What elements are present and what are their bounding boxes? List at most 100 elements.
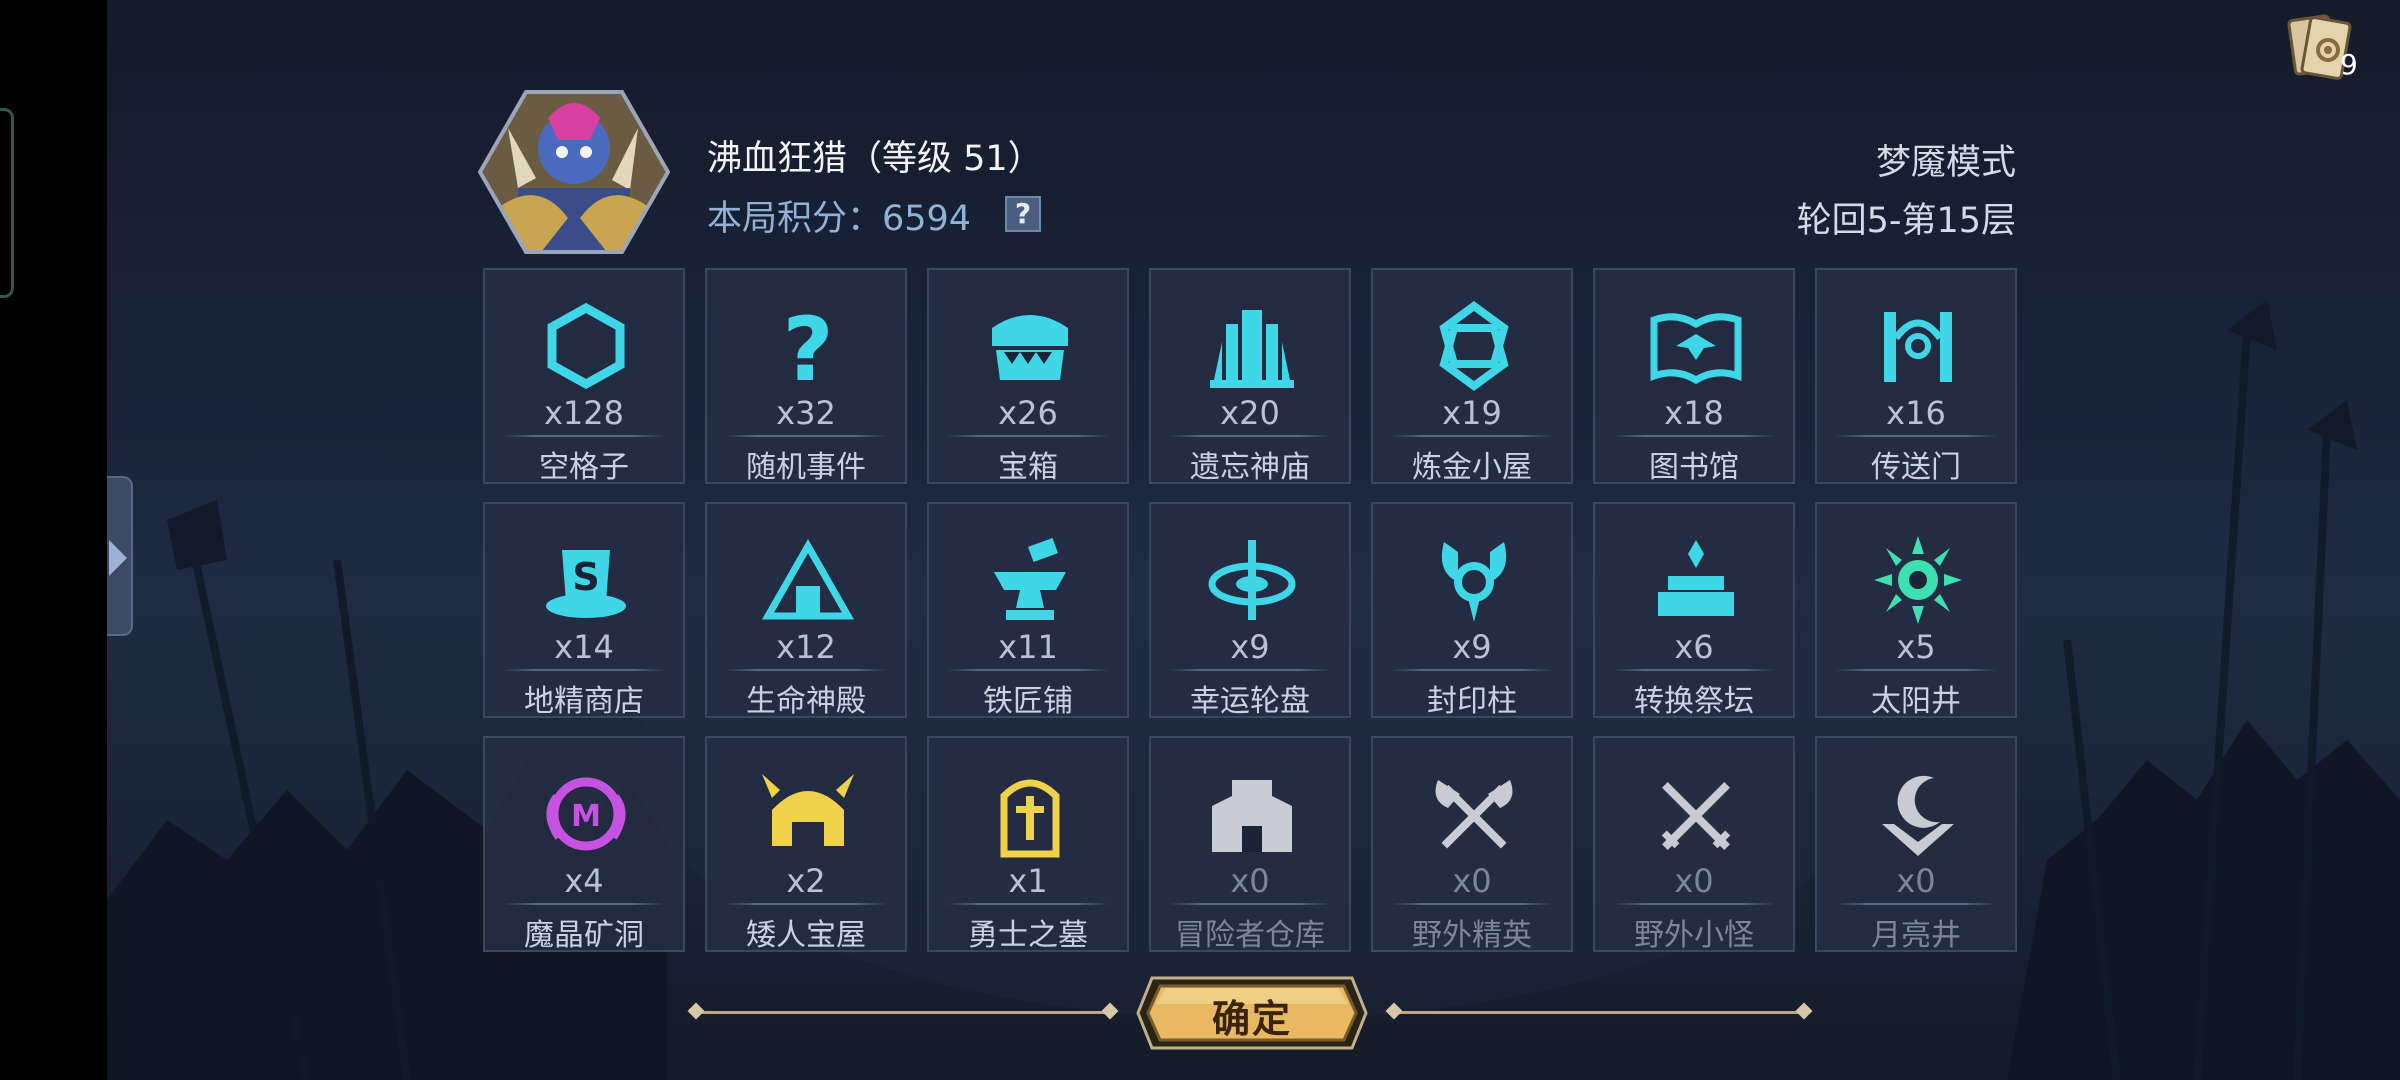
tile-name: 空格子 [539,450,629,485]
tile-divider [947,669,1109,671]
tile-name: 野外精英 [1412,918,1532,953]
tile-name: 矮人宝屋 [746,918,866,953]
life-shrine-icon [758,532,858,628]
tile-stat-card: x6 转换祭坛 [1593,502,1795,719]
temple-icon [1202,298,1302,394]
tile-stat-card: x0 月亮井 [1815,736,2017,953]
tile-stat-card: Mx4 魔晶矿洞 [483,736,685,953]
seal-pillar-icon [1424,532,1524,628]
crystal-mine-icon: M [536,766,636,862]
tile-divider [725,435,887,437]
tile-divider [1391,669,1553,671]
tile-name: 月亮井 [1871,918,1961,953]
tile-name: 遗忘神庙 [1190,450,1310,485]
tomb-icon [980,766,1080,862]
tile-stat-card: x11 铁匠铺 [927,502,1129,719]
deck-count: 9 [2340,48,2358,81]
tile-count: x4 [564,862,604,900]
tile-divider [1391,903,1553,905]
tile-name: 随机事件 [746,450,866,485]
crossed-axes-icon [1424,766,1524,862]
tile-stat-card: x12 生命神殿 [705,502,907,719]
tile-name: 铁匠铺 [983,684,1073,719]
tile-name: 魔晶矿洞 [524,918,644,953]
tile-divider [1835,435,1997,437]
tile-name: 勇士之墓 [968,918,1088,953]
tile-divider [1613,435,1775,437]
tile-stat-card: x0 野外小怪 [1593,736,1795,953]
anvil-icon [980,532,1080,628]
tile-name: 地精商店 [524,684,644,719]
warehouse-icon [1202,766,1302,862]
tile-name: 炼金小屋 [1412,450,1532,485]
tile-count: x19 [1442,394,1502,432]
tile-divider [1391,435,1553,437]
tile-stat-card: ? x32 随机事件 [705,268,907,485]
score-label: 本局积分：6594 [707,199,972,239]
svg-text:S: S [572,555,599,599]
svg-text:?: ? [782,298,833,394]
difficulty-mode: 梦魇模式 [1875,143,2016,183]
alchemy-icon [1424,298,1524,394]
crossed-swords-icon [1646,766,1746,862]
edge-indicator [0,108,14,298]
hexagon-icon [536,298,636,394]
tile-name: 图书馆 [1649,450,1739,485]
question-icon: ? [758,298,858,401]
tile-divider [1835,669,1997,671]
tile-divider [725,669,887,671]
tile-count: x9 [1230,628,1270,666]
tile-count: x9 [1452,628,1492,666]
wheel-icon [1202,532,1302,628]
hero-portrait[interactable] [478,88,670,256]
tile-name: 野外小怪 [1634,918,1754,953]
tile-count: x18 [1664,394,1724,432]
portal-icon [1868,298,1968,394]
tile-divider [1613,903,1775,905]
tile-stat-card: x26 宝箱 [927,268,1129,485]
tile-count: x5 [1896,628,1936,666]
tile-count: x20 [1220,394,1280,432]
confirm-label[interactable]: 确定 [1136,988,1368,1043]
tile-count: x11 [998,628,1058,666]
tile-divider [947,435,1109,437]
tile-name: 宝箱 [998,450,1058,485]
tile-stat-card: x19 炼金小屋 [1371,268,1573,485]
tile-stats-grid: x128 空格子 ? x32 随机事件 x26 宝箱 x20 遗忘神庙 x19 炼金小屋 x18 图书馆… [483,268,2017,955]
svg-text:M: M [571,799,601,834]
side-expand-tab[interactable] [107,476,133,636]
altar-icon [1646,532,1746,628]
tile-divider [503,903,665,905]
tile-name: 幸运轮盘 [1190,684,1310,719]
dwarf-helmet-icon [758,766,858,862]
hero-name: 沸血狂猎（等级 51） [707,139,1043,179]
tile-count: x0 [1674,862,1714,900]
tile-count: x0 [1896,862,1936,900]
tile-name: 封印柱 [1427,684,1517,719]
tile-stat-card: x9 封印柱 [1371,502,1573,719]
tile-divider [725,903,887,905]
tile-name: 冒险者仓库 [1175,918,1325,953]
confirm-divider-right [1385,1002,1813,1020]
goblin-shop-icon: S [536,532,636,628]
left-black-bar [0,0,107,1080]
tile-stat-card: x128 空格子 [483,268,685,485]
tile-count: x26 [998,394,1058,432]
help-button[interactable]: ? [1005,196,1041,232]
tile-count: x128 [543,394,624,432]
tile-divider [1169,903,1331,905]
moon-well-icon [1868,766,1968,862]
tile-count: x0 [1230,862,1270,900]
tile-stat-card: x16 传送门 [1815,268,2017,485]
book-icon [1646,298,1746,394]
tile-count: x1 [1008,862,1048,900]
tile-name: 转换祭坛 [1634,684,1754,719]
tile-divider [503,669,665,671]
tile-divider [1835,903,1997,905]
tile-divider [1613,669,1775,671]
sun-well-icon [1868,532,1968,628]
tile-stat-card: Sx14 地精商店 [483,502,685,719]
tile-count: x12 [776,628,836,666]
tile-count: x0 [1452,862,1492,900]
tile-stat-card: x0 野外精英 [1371,736,1573,953]
